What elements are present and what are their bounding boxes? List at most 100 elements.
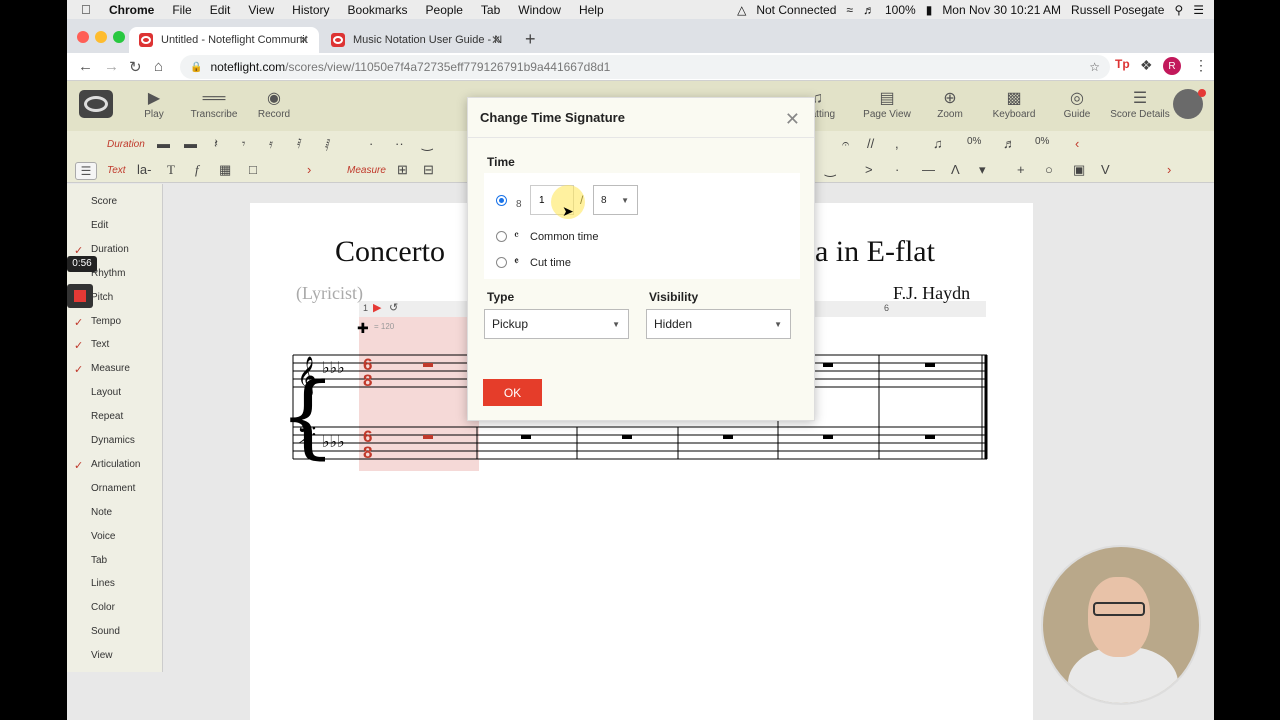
minimize-window-button[interactable]: [95, 31, 107, 43]
custom-time-radio[interactable]: [496, 195, 507, 206]
volume-icon[interactable]: ♬: [863, 3, 875, 17]
tab-user-guide[interactable]: Music Notation User Guide - N ✕: [321, 27, 511, 53]
lock-icon[interactable]: 🔒: [190, 62, 202, 73]
network-status[interactable]: Not Connected: [756, 3, 836, 17]
mouse-cursor-icon: ➤: [562, 203, 574, 219]
notification-dot: [1198, 89, 1206, 97]
apple-icon[interactable]: : [81, 2, 95, 17]
plus-icon[interactable]: +: [1017, 162, 1025, 177]
staccatissimo-icon[interactable]: ▾: [979, 162, 986, 178]
menu-bookmarks[interactable]: Bookmarks: [348, 3, 408, 17]
chevron-left-icon[interactable]: ‹: [1075, 136, 1079, 151]
zoom-percent-2[interactable]: 0%: [1035, 136, 1049, 147]
transcribe-label: Transcribe: [190, 109, 238, 120]
close-window-button[interactable]: [77, 31, 89, 43]
profile-avatar[interactable]: R: [1163, 57, 1181, 75]
forward-icon[interactable]: →: [104, 58, 119, 75]
tab-noteflight[interactable]: Untitled - Noteflight Communit ✕: [129, 27, 319, 53]
accent-icon[interactable]: >: [865, 162, 873, 177]
wifi-icon[interactable]: ≈: [846, 3, 853, 17]
quarter-rest-icon[interactable]: 𝄽: [214, 136, 218, 152]
menu-people[interactable]: People: [426, 3, 463, 17]
add-measure-icon[interactable]: ⊞: [397, 162, 408, 178]
menu-history[interactable]: History: [292, 3, 329, 17]
tie-icon[interactable]: ‿: [422, 136, 432, 152]
type-select[interactable]: Pickup ▼: [484, 309, 629, 339]
bookmark-star-icon[interactable]: ☆: [1089, 60, 1100, 74]
extensions-puzzle-icon[interactable]: ❖: [1140, 57, 1153, 74]
beam-icon[interactable]: ♫: [933, 136, 943, 151]
zoom-percent-1[interactable]: 0%: [967, 136, 981, 147]
maximize-window-button[interactable]: [113, 31, 125, 43]
back-icon[interactable]: ←: [78, 58, 93, 75]
slur-icon[interactable]: ‿: [825, 162, 835, 178]
numerator-value: 1: [539, 194, 545, 206]
dynamic-f-icon[interactable]: f: [195, 162, 199, 178]
down-bow-icon[interactable]: ▣: [1073, 162, 1085, 178]
reload-icon[interactable]: ↻: [129, 58, 142, 76]
score-details-button[interactable]: ☰ Score Details: [1105, 89, 1175, 120]
score-details-label: Score Details: [1110, 109, 1170, 120]
control-center-icon[interactable]: ☰: [1193, 3, 1204, 17]
extension-tp-icon[interactable]: Tp: [1115, 57, 1130, 71]
noteflight-logo[interactable]: [79, 90, 113, 118]
record-button[interactable]: ◉ Record: [239, 89, 309, 120]
visibility-select[interactable]: Hidden ▼: [646, 309, 791, 339]
menu-tab[interactable]: Tab: [481, 3, 500, 17]
url-field[interactable]: 🔒 noteflight.com /scores/view/11050e7f4a…: [180, 55, 1110, 79]
breath-icon[interactable]: ,: [895, 136, 899, 151]
menu-window[interactable]: Window: [518, 3, 561, 17]
32nd-rest-icon[interactable]: 𝅀: [297, 136, 302, 152]
keyboard-button[interactable]: ▩ Keyboard: [979, 89, 1049, 120]
menu-app-name[interactable]: Chrome: [109, 3, 154, 17]
cut-time-radio[interactable]: [496, 257, 507, 268]
menu-help[interactable]: Help: [579, 3, 604, 17]
menu-file[interactable]: File: [172, 3, 191, 17]
menu-view[interactable]: View: [248, 3, 274, 17]
rehearsal-mark-icon[interactable]: □: [249, 162, 257, 177]
staccato-icon[interactable]: ·: [895, 162, 899, 177]
sixteenth-rest-icon[interactable]: 𝄿: [269, 136, 273, 152]
64th-rest-icon[interactable]: 𝅁: [325, 136, 330, 152]
new-tab-icon[interactable]: +: [525, 29, 536, 50]
cut-time-label[interactable]: Cut time: [530, 257, 571, 269]
lyric-icon[interactable]: la-: [137, 162, 151, 177]
close-tab-icon[interactable]: ✕: [299, 33, 309, 47]
page-view-button[interactable]: ▤ Page View: [852, 89, 922, 120]
user-name[interactable]: Russell Posegate: [1071, 3, 1164, 17]
fermata-icon[interactable]: 𝄐: [842, 136, 849, 152]
tenuto-icon[interactable]: —: [922, 162, 935, 177]
half-rest-icon[interactable]: ▬: [184, 136, 197, 151]
harmonic-icon[interactable]: ○: [1045, 162, 1053, 177]
chevron-right-icon[interactable]: ›: [307, 162, 311, 177]
common-time-radio[interactable]: [496, 231, 507, 242]
chrome-menu-icon[interactable]: ⋮: [1194, 57, 1208, 74]
eighth-rest-icon[interactable]: 𝄾: [242, 136, 245, 152]
tremolo-icon[interactable]: //: [867, 136, 874, 151]
hamburger-menu-icon[interactable]: ☰: [75, 162, 97, 180]
beam2-icon[interactable]: ♬: [1003, 136, 1016, 151]
close-icon[interactable]: ✕: [785, 109, 800, 130]
zoom-button[interactable]: ⊕ Zoom: [915, 89, 985, 120]
close-tab-icon[interactable]: ✕: [491, 33, 501, 47]
warning-triangle-icon[interactable]: △: [737, 3, 746, 17]
spotlight-search-icon[interactable]: ⚲: [1174, 3, 1183, 17]
chevron-right-icon[interactable]: ›: [1167, 162, 1171, 177]
whole-rest-icon[interactable]: ▬: [157, 136, 170, 151]
double-dot-icon[interactable]: ··: [395, 136, 404, 151]
marcato-icon[interactable]: Λ: [951, 162, 960, 177]
chord-diagram-icon[interactable]: ▦: [219, 162, 231, 178]
battery-percent[interactable]: 100%: [885, 3, 916, 17]
common-time-label[interactable]: Common time: [530, 231, 598, 243]
remove-measure-icon[interactable]: ⊟: [423, 162, 434, 178]
dot-icon[interactable]: ·: [369, 136, 373, 151]
up-bow-icon[interactable]: V: [1101, 162, 1110, 177]
text-icon[interactable]: T: [167, 162, 175, 178]
denominator-select[interactable]: 8 ▼: [593, 185, 638, 215]
ok-button[interactable]: OK: [483, 379, 542, 406]
menu-edit[interactable]: Edit: [210, 3, 231, 17]
home-icon[interactable]: ⌂: [154, 58, 163, 75]
battery-icon[interactable]: ▮: [926, 3, 933, 17]
clock[interactable]: Mon Nov 30 10:21 AM: [942, 3, 1061, 17]
guide-button[interactable]: ◎ Guide: [1042, 89, 1112, 120]
